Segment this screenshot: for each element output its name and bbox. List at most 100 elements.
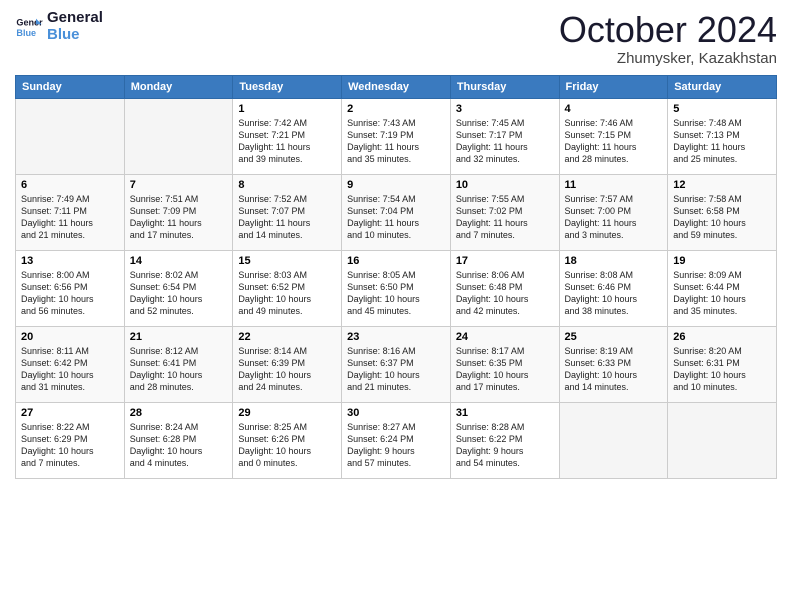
calendar-cell: 3 Sunrise: 7:45 AM Sunset: 7:17 PM Daylig…	[450, 98, 559, 174]
day-number: 1	[238, 103, 336, 115]
calendar-cell: 18 Sunrise: 8:08 AM Sunset: 6:46 PM Dayli…	[559, 250, 668, 326]
calendar-cell	[668, 402, 777, 478]
calendar-cell: 30 Sunrise: 8:27 AM Sunset: 6:24 PM Dayli…	[342, 402, 451, 478]
week-row-5: 27Sunrise: 8:22 AM Sunset: 6:29 PM Dayli…	[16, 402, 777, 478]
day-info: Sunrise: 8:16 AM Sunset: 6:37 PM Dayligh…	[347, 345, 445, 394]
day-number: 6	[21, 179, 119, 191]
day-header-friday: Friday	[559, 75, 668, 98]
logo-icon: General Blue	[15, 13, 43, 41]
day-number: 3	[456, 103, 554, 115]
day-number: 29	[238, 407, 336, 419]
calendar-cell: 13 Sunrise: 8:00 AM Sunset: 6:56 PM Dayli…	[16, 250, 125, 326]
calendar-cell: 31Sunrise: 8:28 AM Sunset: 6:22 PM Dayli…	[450, 402, 559, 478]
day-number: 9	[347, 179, 445, 191]
calendar-cell: 22 Sunrise: 8:14 AM Sunset: 6:39 PM Dayli…	[233, 326, 342, 402]
day-info: Sunrise: 7:43 AM Sunset: 7:19 PM Dayligh…	[347, 117, 445, 166]
calendar-cell: 12 Sunrise: 7:58 AM Sunset: 6:58 PM Dayli…	[668, 174, 777, 250]
day-number: 24	[456, 331, 554, 343]
day-number: 13	[21, 255, 119, 267]
day-info: Sunrise: 7:58 AM Sunset: 6:58 PM Dayligh…	[673, 193, 771, 242]
calendar-cell: 23Sunrise: 8:16 AM Sunset: 6:37 PM Dayli…	[342, 326, 451, 402]
month-title: October 2024	[559, 10, 777, 50]
day-info: Sunrise: 8:17 AM Sunset: 6:35 PM Dayligh…	[456, 345, 554, 394]
week-row-4: 20 Sunrise: 8:11 AM Sunset: 6:42 PM Dayli…	[16, 326, 777, 402]
day-info: Sunrise: 7:45 AM Sunset: 7:17 PM Dayligh…	[456, 117, 554, 166]
day-number: 2	[347, 103, 445, 115]
calendar-cell: 9 Sunrise: 7:54 AM Sunset: 7:04 PM Daylig…	[342, 174, 451, 250]
day-header-wednesday: Wednesday	[342, 75, 451, 98]
day-number: 7	[130, 179, 228, 191]
logo: General Blue General Blue	[15, 10, 103, 43]
day-number: 11	[565, 179, 663, 191]
day-number: 20	[21, 331, 119, 343]
day-number: 8	[238, 179, 336, 191]
calendar-cell: 4Sunrise: 7:46 AM Sunset: 7:15 PM Daylig…	[559, 98, 668, 174]
calendar-cell	[559, 402, 668, 478]
day-number: 22	[238, 331, 336, 343]
page: General Blue General Blue October 2024 Z…	[0, 0, 792, 612]
calendar-cell: 5Sunrise: 7:48 AM Sunset: 7:13 PM Daylig…	[668, 98, 777, 174]
location: Zhumysker, Kazakhstan	[559, 50, 777, 67]
calendar-table: SundayMondayTuesdayWednesdayThursdayFrid…	[15, 75, 777, 479]
day-number: 19	[673, 255, 771, 267]
day-info: Sunrise: 8:20 AM Sunset: 6:31 PM Dayligh…	[673, 345, 771, 394]
calendar-cell	[16, 98, 125, 174]
day-info: Sunrise: 7:42 AM Sunset: 7:21 PM Dayligh…	[238, 117, 336, 166]
week-row-1: 1 Sunrise: 7:42 AM Sunset: 7:21 PM Daylig…	[16, 98, 777, 174]
day-info: Sunrise: 8:02 AM Sunset: 6:54 PM Dayligh…	[130, 269, 228, 318]
day-info: Sunrise: 8:27 AM Sunset: 6:24 PM Dayligh…	[347, 421, 445, 470]
day-info: Sunrise: 8:12 AM Sunset: 6:41 PM Dayligh…	[130, 345, 228, 394]
calendar-body: 1 Sunrise: 7:42 AM Sunset: 7:21 PM Daylig…	[16, 98, 777, 478]
calendar-cell: 25 Sunrise: 8:19 AM Sunset: 6:33 PM Dayli…	[559, 326, 668, 402]
calendar-cell: 7Sunrise: 7:51 AM Sunset: 7:09 PM Daylig…	[124, 174, 233, 250]
calendar-cell: 19 Sunrise: 8:09 AM Sunset: 6:44 PM Dayli…	[668, 250, 777, 326]
day-number: 21	[130, 331, 228, 343]
calendar-cell: 24 Sunrise: 8:17 AM Sunset: 6:35 PM Dayli…	[450, 326, 559, 402]
day-header-monday: Monday	[124, 75, 233, 98]
day-number: 31	[456, 407, 554, 419]
svg-text:Blue: Blue	[16, 28, 36, 38]
day-info: Sunrise: 8:09 AM Sunset: 6:44 PM Dayligh…	[673, 269, 771, 318]
calendar-cell: 8Sunrise: 7:52 AM Sunset: 7:07 PM Daylig…	[233, 174, 342, 250]
day-number: 5	[673, 103, 771, 115]
day-info: Sunrise: 7:46 AM Sunset: 7:15 PM Dayligh…	[565, 117, 663, 166]
day-number: 15	[238, 255, 336, 267]
calendar-cell: 17 Sunrise: 8:06 AM Sunset: 6:48 PM Dayli…	[450, 250, 559, 326]
day-info: Sunrise: 8:00 AM Sunset: 6:56 PM Dayligh…	[21, 269, 119, 318]
calendar-header: SundayMondayTuesdayWednesdayThursdayFrid…	[16, 75, 777, 98]
day-info: Sunrise: 8:22 AM Sunset: 6:29 PM Dayligh…	[21, 421, 119, 470]
calendar-cell: 14 Sunrise: 8:02 AM Sunset: 6:54 PM Dayli…	[124, 250, 233, 326]
day-info: Sunrise: 8:05 AM Sunset: 6:50 PM Dayligh…	[347, 269, 445, 318]
day-info: Sunrise: 8:11 AM Sunset: 6:42 PM Dayligh…	[21, 345, 119, 394]
day-info: Sunrise: 7:49 AM Sunset: 7:11 PM Dayligh…	[21, 193, 119, 242]
day-info: Sunrise: 8:25 AM Sunset: 6:26 PM Dayligh…	[238, 421, 336, 470]
day-info: Sunrise: 8:06 AM Sunset: 6:48 PM Dayligh…	[456, 269, 554, 318]
day-header-saturday: Saturday	[668, 75, 777, 98]
calendar-cell: 11 Sunrise: 7:57 AM Sunset: 7:00 PM Dayli…	[559, 174, 668, 250]
day-number: 12	[673, 179, 771, 191]
day-number: 14	[130, 255, 228, 267]
calendar-cell: 29 Sunrise: 8:25 AM Sunset: 6:26 PM Dayli…	[233, 402, 342, 478]
day-header-thursday: Thursday	[450, 75, 559, 98]
calendar-cell: 28Sunrise: 8:24 AM Sunset: 6:28 PM Dayli…	[124, 402, 233, 478]
day-info: Sunrise: 7:57 AM Sunset: 7:00 PM Dayligh…	[565, 193, 663, 242]
logo-general: General	[47, 10, 103, 27]
day-number: 30	[347, 407, 445, 419]
calendar-cell: 27Sunrise: 8:22 AM Sunset: 6:29 PM Dayli…	[16, 402, 125, 478]
day-info: Sunrise: 8:19 AM Sunset: 6:33 PM Dayligh…	[565, 345, 663, 394]
calendar-cell: 2 Sunrise: 7:43 AM Sunset: 7:19 PM Daylig…	[342, 98, 451, 174]
day-info: Sunrise: 8:03 AM Sunset: 6:52 PM Dayligh…	[238, 269, 336, 318]
day-info: Sunrise: 8:08 AM Sunset: 6:46 PM Dayligh…	[565, 269, 663, 318]
day-info: Sunrise: 7:54 AM Sunset: 7:04 PM Dayligh…	[347, 193, 445, 242]
day-info: Sunrise: 8:14 AM Sunset: 6:39 PM Dayligh…	[238, 345, 336, 394]
day-number: 25	[565, 331, 663, 343]
day-number: 18	[565, 255, 663, 267]
day-number: 17	[456, 255, 554, 267]
calendar-cell: 10Sunrise: 7:55 AM Sunset: 7:02 PM Dayli…	[450, 174, 559, 250]
calendar-cell: 1 Sunrise: 7:42 AM Sunset: 7:21 PM Daylig…	[233, 98, 342, 174]
day-number: 26	[673, 331, 771, 343]
day-number: 10	[456, 179, 554, 191]
calendar-cell: 20 Sunrise: 8:11 AM Sunset: 6:42 PM Dayli…	[16, 326, 125, 402]
calendar-cell: 16Sunrise: 8:05 AM Sunset: 6:50 PM Dayli…	[342, 250, 451, 326]
calendar-cell: 21 Sunrise: 8:12 AM Sunset: 6:41 PM Dayli…	[124, 326, 233, 402]
